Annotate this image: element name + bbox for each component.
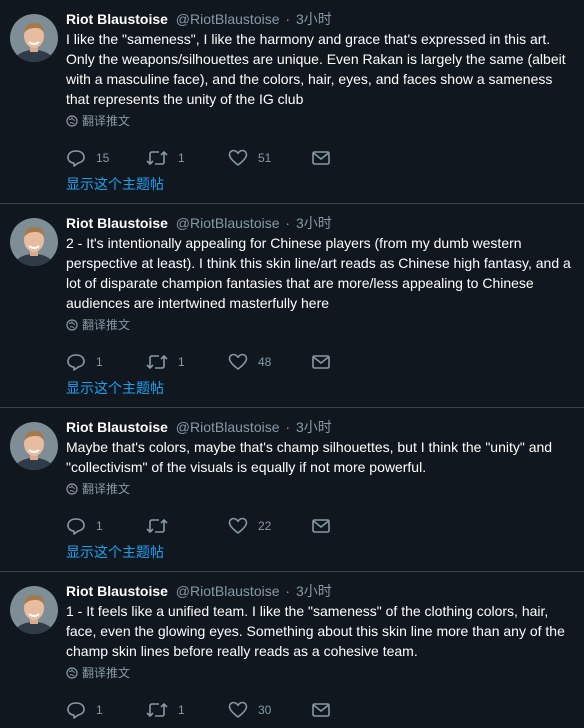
translate-label: 翻译推文 [82,114,131,128]
retweet-count: 1 [178,151,185,165]
author-handle[interactable]: @RiotBlaustoise [176,419,280,435]
separator-dot: · [285,419,291,435]
retweet-icon [146,703,168,717]
author-name[interactable]: Riot Blaustoise [66,583,168,599]
avatar[interactable] [10,586,58,634]
envelope-icon [312,703,330,717]
envelope-icon [312,519,330,533]
tweet-header: Riot Blaustoise @RiotBlaustoise · 3小时 [66,10,574,28]
reply-count: 1 [96,519,103,533]
avatar[interactable] [10,14,58,62]
reply-icon [67,354,85,371]
translate-tweet-link[interactable]: 翻译推文 [66,317,574,333]
tweet-actions: 1 1 48 [66,352,574,372]
tweet-actions: 1 22 [66,516,574,536]
reply-count: 15 [96,151,110,165]
direct-message-button[interactable] [312,703,330,717]
tweet-header: Riot Blaustoise @RiotBlaustoise · 3小时 [66,582,574,600]
globe-icon [66,667,78,679]
reply-button[interactable]: 1 [66,701,146,719]
retweet-icon [146,355,168,369]
like-button[interactable]: 51 [228,149,312,167]
timestamp[interactable]: 3小时 [296,583,332,599]
reply-icon [67,150,85,167]
direct-message-button[interactable] [312,151,330,165]
retweet-icon [146,151,168,165]
tweet-header: Riot Blaustoise @RiotBlaustoise · 3小时 [66,418,574,436]
translate-label: 翻译推文 [82,318,131,332]
reply-button[interactable]: 1 [66,517,146,535]
tweet-content: Riot Blaustoise @RiotBlaustoise · 3小时 I … [66,10,574,168]
reply-count: 1 [96,703,103,717]
translate-tweet-link[interactable]: 翻译推文 [66,481,574,497]
heart-icon [228,701,248,718]
author-handle[interactable]: @RiotBlaustoise [176,215,280,231]
reply-icon [67,702,85,719]
author-name[interactable]: Riot Blaustoise [66,215,168,231]
separator-dot: · [285,11,291,27]
tweet-actions: 1 1 30 [66,700,574,720]
translate-tweet-link[interactable]: 翻译推文 [66,665,574,681]
retweet-button[interactable]: 1 [146,354,228,370]
author-handle[interactable]: @RiotBlaustoise [176,583,280,599]
tweet-text: I like the "sameness", I like the harmon… [66,31,566,107]
reply-icon [67,518,85,535]
tweet-header: Riot Blaustoise @RiotBlaustoise · 3小时 [66,214,574,232]
like-count: 22 [258,519,272,533]
timestamp[interactable]: 3小时 [296,11,332,27]
like-button[interactable]: 30 [228,701,312,719]
retweet-count: 1 [178,703,185,717]
separator-dot: · [285,215,291,231]
envelope-icon [312,151,330,165]
direct-message-button[interactable] [312,355,330,369]
tweet[interactable]: Riot Blaustoise @RiotBlaustoise · 3小时 1 … [0,572,584,728]
author-handle[interactable]: @RiotBlaustoise [176,11,280,27]
like-count: 30 [258,703,272,717]
author-name[interactable]: Riot Blaustoise [66,419,168,435]
author-name[interactable]: Riot Blaustoise [66,11,168,27]
tweet[interactable]: Riot Blaustoise @RiotBlaustoise · 3小时 Ma… [0,408,584,572]
heart-icon [228,353,248,370]
tweet-text: 1 - It feels like a unified team. I like… [66,603,565,659]
show-thread-link[interactable]: 显示这个主题帖 [66,543,164,561]
tweet-text: 2 - It's intentionally appealing for Chi… [66,235,571,311]
globe-icon [66,483,78,495]
globe-icon [66,115,78,127]
heart-icon [228,517,248,534]
retweet-button[interactable]: 1 [146,702,228,718]
tweet-content: Riot Blaustoise @RiotBlaustoise · 3小时 Ma… [66,418,574,536]
globe-icon [66,319,78,331]
heart-icon [228,149,248,166]
tweet-content: Riot Blaustoise @RiotBlaustoise · 3小时 2 … [66,214,574,372]
like-button[interactable]: 22 [228,517,312,535]
retweet-button[interactable]: 1 [146,150,228,166]
timestamp[interactable]: 3小时 [296,419,332,435]
tweet-actions: 15 1 51 [66,148,574,168]
tweet[interactable]: Riot Blaustoise @RiotBlaustoise · 3小时 I … [0,0,584,204]
envelope-icon [312,355,330,369]
reply-count: 1 [96,355,103,369]
timeline: Riot Blaustoise @RiotBlaustoise · 3小时 I … [0,0,584,728]
avatar[interactable] [10,422,58,470]
avatar[interactable] [10,218,58,266]
translate-tweet-link[interactable]: 翻译推文 [66,113,574,129]
translate-label: 翻译推文 [82,482,131,496]
tweet-text: Maybe that's colors, maybe that's champ … [66,439,553,475]
translate-label: 翻译推文 [82,666,131,680]
like-count: 51 [258,151,272,165]
tweet-content: Riot Blaustoise @RiotBlaustoise · 3小时 1 … [66,582,574,720]
show-thread-link[interactable]: 显示这个主题帖 [66,379,164,397]
separator-dot: · [285,583,291,599]
like-count: 48 [258,355,272,369]
direct-message-button[interactable] [312,519,330,533]
reply-button[interactable]: 15 [66,149,146,167]
retweet-button[interactable] [146,518,228,534]
timestamp[interactable]: 3小时 [296,215,332,231]
retweet-count: 1 [178,355,185,369]
show-thread-link[interactable]: 显示这个主题帖 [66,175,164,193]
retweet-icon [146,519,168,533]
reply-button[interactable]: 1 [66,353,146,371]
tweet[interactable]: Riot Blaustoise @RiotBlaustoise · 3小时 2 … [0,204,584,408]
like-button[interactable]: 48 [228,353,312,371]
